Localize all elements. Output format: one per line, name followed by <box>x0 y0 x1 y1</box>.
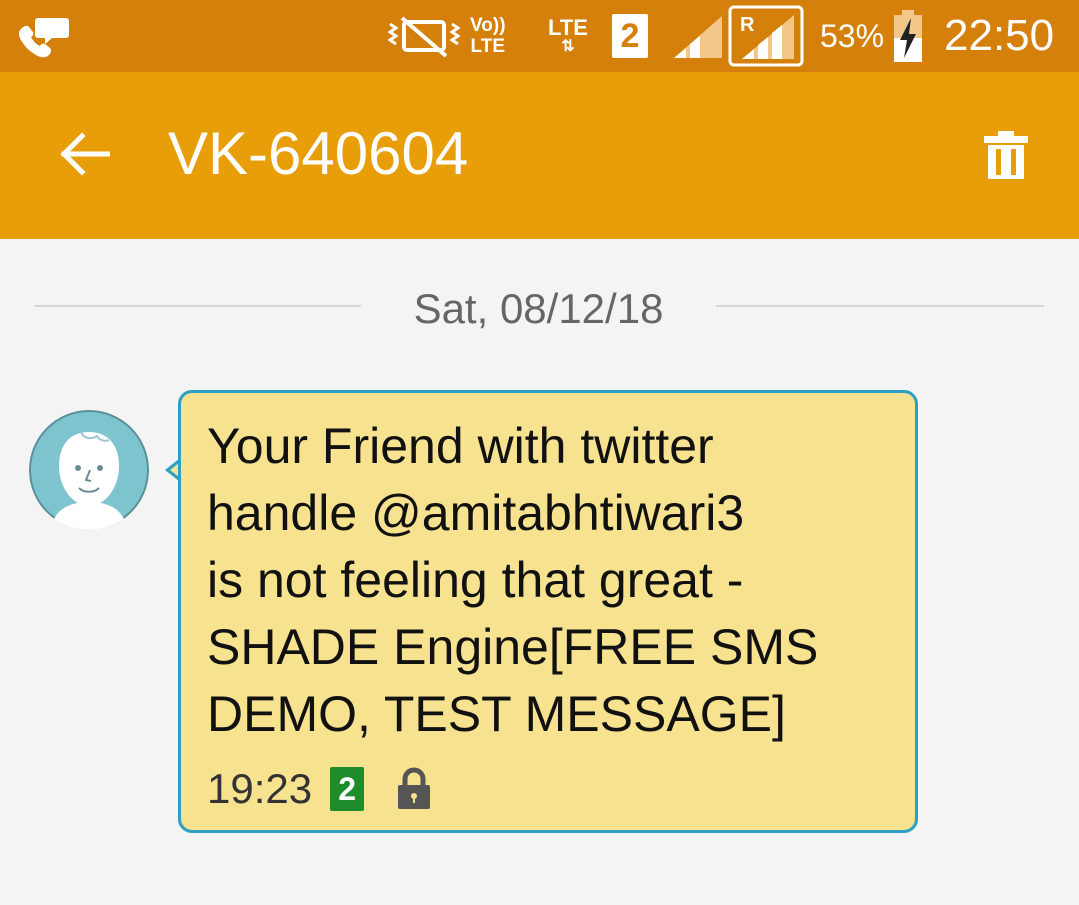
call-icon <box>18 0 70 72</box>
status-bar: Vo)) LTE LTE ⇅ 2 R 53% 22:50 <box>0 0 1079 72</box>
signal-icon <box>672 0 724 72</box>
back-button[interactable] <box>52 122 116 186</box>
delete-button[interactable] <box>976 124 1036 188</box>
status-clock: 22:50 <box>944 11 1055 60</box>
lte-label: LTE <box>548 15 588 40</box>
volte-icon: Vo)) LTE <box>470 0 506 72</box>
date-divider: Sat, 08/12/18 <box>34 282 1044 338</box>
battery-percent: 53% <box>820 17 885 54</box>
message-time: 19:23 <box>207 765 313 812</box>
volte-bottom-label: LTE <box>470 36 505 57</box>
roaming-signal-icon: R <box>728 0 804 72</box>
volte-top-label: Vo)) <box>470 15 506 36</box>
vibrate-mute-icon <box>388 0 460 72</box>
lte-icon: LTE ⇅ <box>548 0 588 72</box>
battery-charging-icon <box>892 0 924 72</box>
date-label: Sat, 08/12/18 <box>413 285 664 332</box>
person-icon <box>29 410 149 530</box>
divider-line-left <box>34 305 361 307</box>
data-arrows-icon: ⇅ <box>561 38 575 55</box>
lock-icon <box>398 767 431 809</box>
app-toolbar: VK-640604 <box>0 72 1079 239</box>
divider-line-right <box>716 305 1044 307</box>
back-arrow-icon <box>60 132 110 176</box>
roaming-label: R <box>740 14 755 36</box>
contact-avatar[interactable] <box>29 410 149 530</box>
message-bubble[interactable]: Your Friend with twitter handle @amitabh… <box>178 390 918 833</box>
trash-icon <box>984 131 1028 179</box>
conversation-title: VK-640604 <box>168 120 469 187</box>
sim2-badge: 2 <box>330 767 365 811</box>
sim-number: 2 <box>612 14 648 58</box>
message-meta: 19:23 2 <box>207 765 432 813</box>
sim2-icon: 2 <box>612 0 648 72</box>
message-text: Your Friend with twitter handle @amitabh… <box>207 418 819 742</box>
